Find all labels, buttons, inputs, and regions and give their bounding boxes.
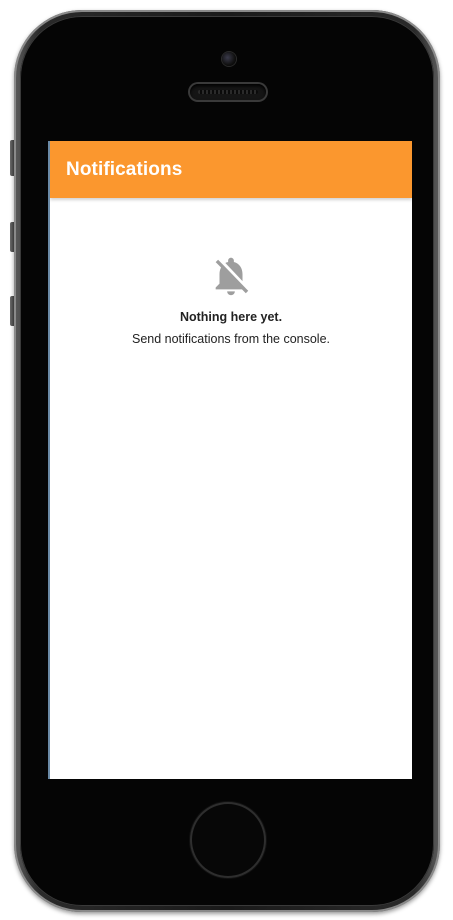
empty-state-subtitle: Send notifications from the console.	[131, 332, 331, 346]
device-stage: Notifications Nothing here yet. Send not…	[0, 0, 453, 920]
app-screen: Notifications Nothing here yet. Send not…	[48, 141, 412, 779]
empty-state-title: Nothing here yet.	[179, 310, 283, 324]
home-button[interactable]	[192, 804, 264, 876]
page-title: Notifications	[66, 159, 183, 180]
app-bar: Notifications	[50, 141, 412, 198]
notifications-off-icon	[208, 253, 254, 299]
empty-state: Nothing here yet. Send notifications fro…	[50, 253, 412, 346]
earpiece-speaker	[190, 84, 266, 100]
front-camera	[222, 52, 236, 66]
